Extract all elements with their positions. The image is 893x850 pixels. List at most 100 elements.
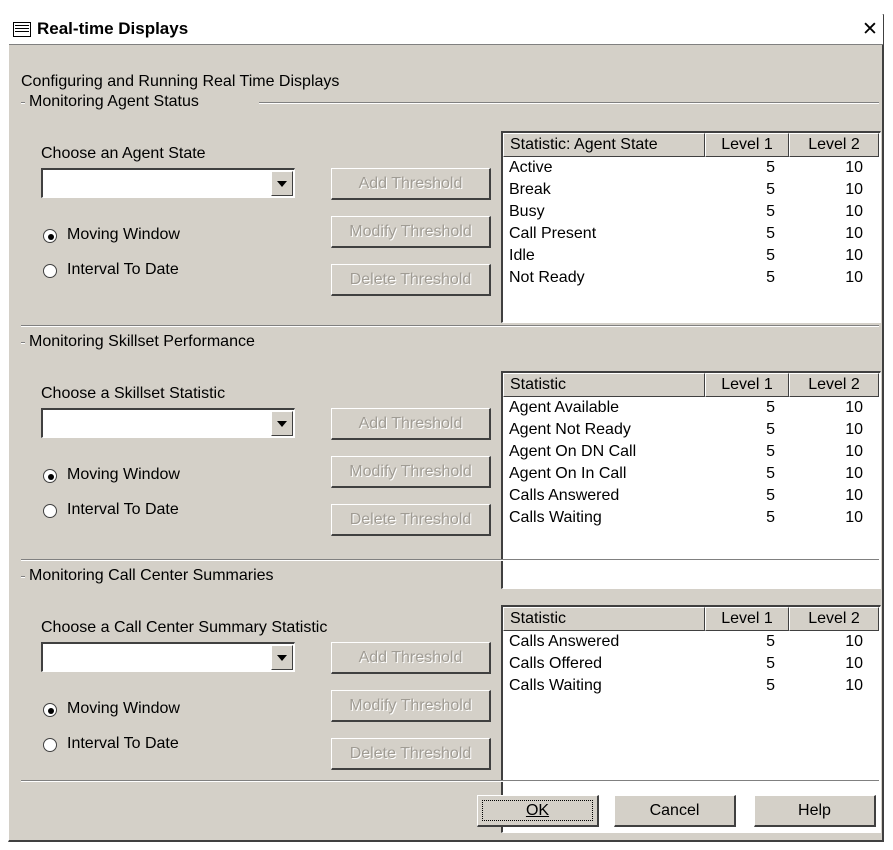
- column-header-level-1[interactable]: Level 1: [705, 133, 789, 157]
- table-row[interactable]: Agent On In Call 5 10: [503, 463, 880, 485]
- radio-selected-dot: [48, 234, 54, 240]
- level-1-cell: 5: [766, 159, 775, 176]
- chevron-down-icon[interactable]: [271, 171, 293, 196]
- statistic-name-cell: Calls Waiting: [509, 677, 602, 694]
- level-2-cell: 10: [845, 159, 863, 176]
- call-center-summaries-add-threshold-button[interactable]: Add Threshold: [331, 642, 491, 674]
- table-row[interactable]: Calls Answered 5 10: [503, 631, 880, 653]
- call-center-summaries-radio-interval-to-date[interactable]: Interval To Date: [43, 735, 243, 757]
- level-1-cell: 5: [766, 509, 775, 526]
- skillset-performance-radio-moving-window[interactable]: Moving Window: [43, 466, 243, 488]
- close-button[interactable]: ✕: [861, 20, 879, 39]
- table-row[interactable]: Calls Offered 5 10: [503, 653, 880, 675]
- radio-circle-icon: [43, 264, 57, 278]
- call-center-summaries-statistic-dropdown[interactable]: [41, 642, 295, 672]
- column-header-statistic[interactable]: Statistic: [503, 607, 705, 631]
- statistic-name-cell: Break: [509, 181, 551, 198]
- level-2-cell: 10: [845, 181, 863, 198]
- table-row[interactable]: Calls Waiting 5 10: [503, 507, 880, 529]
- agent-status-add-threshold-button[interactable]: Add Threshold: [331, 168, 491, 200]
- skillset-performance-group-label: Monitoring Skillset Performance: [29, 333, 255, 350]
- agent-status-choose-label: Choose an Agent State: [41, 145, 206, 162]
- table-row[interactable]: Calls Waiting 5 10: [503, 675, 880, 697]
- agent-status-radio-moving-window[interactable]: Moving Window: [43, 226, 243, 248]
- level-2-cell: 10: [845, 677, 863, 694]
- table-row[interactable]: Agent On DN Call 5 10: [503, 441, 880, 463]
- level-2-cell: 10: [845, 421, 863, 438]
- agent-status-radio-interval-to-date[interactable]: Interval To Date: [43, 261, 243, 283]
- table-row[interactable]: Break 5 10: [503, 179, 880, 201]
- statistic-name-cell: Agent On In Call: [509, 465, 627, 482]
- statistic-name-cell: Active: [509, 159, 553, 176]
- column-header-level-1[interactable]: Level 1: [705, 373, 789, 397]
- skillset-performance-delete-threshold-button[interactable]: Delete Threshold: [331, 504, 491, 536]
- column-header-statistic[interactable]: Statistic: Agent State: [503, 133, 705, 157]
- call-center-summaries-radio-label: Moving Window: [67, 700, 180, 717]
- call-center-summaries-group-line-left: [21, 576, 25, 578]
- table-row[interactable]: Busy 5 10: [503, 201, 880, 223]
- agent-status-threshold-table[interactable]: Statistic: Agent State Level 1 Level 2 Acti…: [501, 131, 881, 323]
- column-header-statistic[interactable]: Statistic: [503, 373, 705, 397]
- column-header-level-2[interactable]: Level 2: [789, 133, 879, 157]
- table-row[interactable]: Calls Answered 5 10: [503, 485, 880, 507]
- call-center-summaries-choose-label: Choose a Call Center Summary Statistic: [41, 619, 328, 636]
- help-button-label: Help: [798, 802, 831, 819]
- chevron-down-icon[interactable]: [271, 411, 293, 436]
- table-row[interactable]: Agent Available 5 10: [503, 397, 880, 419]
- help-button[interactable]: Help: [754, 795, 876, 827]
- statistic-name-cell: Calls Offered: [509, 655, 603, 672]
- skillset-performance-modify-threshold-button[interactable]: Modify Threshold: [331, 456, 491, 488]
- call-center-summaries-radio-label: Interval To Date: [67, 735, 179, 752]
- table-row[interactable]: Call Present 5 10: [503, 223, 880, 245]
- dialog-heading: Configuring and Running Real Time Displa…: [21, 73, 340, 90]
- level-2-cell: 10: [845, 443, 863, 460]
- column-header-level-1[interactable]: Level 1: [705, 607, 789, 631]
- agent-status-radio-label: Moving Window: [67, 226, 180, 243]
- statistic-name-cell: Agent Available: [509, 399, 620, 416]
- level-1-cell: 5: [766, 203, 775, 220]
- skillset-performance-group-line-left: [21, 342, 25, 344]
- call-center-summaries-modify-threshold-button[interactable]: Modify Threshold: [331, 690, 491, 722]
- skillset-performance-radio-label: Interval To Date: [67, 501, 179, 518]
- title-bar[interactable]: Real-time Displays ✕: [9, 15, 883, 45]
- agent-status-radio-label: Interval To Date: [67, 261, 179, 278]
- call-center-summaries-delete-threshold-button[interactable]: Delete Threshold: [331, 738, 491, 770]
- statistic-name-cell: Calls Waiting: [509, 509, 602, 526]
- table-row[interactable]: Agent Not Ready 5 10: [503, 419, 880, 441]
- skillset-performance-statistic-dropdown[interactable]: [41, 408, 295, 438]
- statistic-name-cell: Calls Answered: [509, 633, 620, 650]
- cancel-button[interactable]: Cancel: [614, 795, 736, 827]
- statistic-name-cell: Idle: [509, 247, 535, 264]
- level-2-cell: 10: [845, 225, 863, 242]
- agent-status-modify-threshold-button[interactable]: Modify Threshold: [331, 216, 491, 248]
- chevron-down-icon[interactable]: [271, 645, 293, 670]
- ok-button[interactable]: OK: [477, 795, 599, 827]
- table-row[interactable]: Active 5 10: [503, 157, 880, 179]
- agent-status-statistic-dropdown[interactable]: [41, 168, 295, 198]
- skillset-performance-threshold-table[interactable]: Statistic Level 1 Level 2 Agent Available 5 1…: [501, 371, 881, 589]
- skillset-performance-radio-label: Moving Window: [67, 466, 180, 483]
- column-header-level-2[interactable]: Level 2: [789, 607, 879, 631]
- agent-status-section-separator: [21, 325, 879, 327]
- radio-circle-icon: [43, 504, 57, 518]
- level-2-cell: 10: [845, 633, 863, 650]
- skillset-performance-radio-interval-to-date[interactable]: Interval To Date: [43, 501, 243, 523]
- agent-status-delete-threshold-button[interactable]: Delete Threshold: [331, 264, 491, 296]
- table-row[interactable]: Not Ready 5 10: [503, 267, 880, 289]
- agent-status-group-line-right: [259, 102, 879, 104]
- statistic-name-cell: Busy: [509, 203, 545, 220]
- radio-circle-icon: [43, 469, 57, 483]
- realtime-displays-window: Real-time Displays ✕ Configuring and Run…: [8, 14, 884, 842]
- level-1-cell: 5: [766, 247, 775, 264]
- level-1-cell: 5: [766, 181, 775, 198]
- skillset-performance-table-header: Statistic Level 1 Level 2: [503, 373, 880, 397]
- agent-status-group-line-left: [21, 102, 25, 104]
- skillset-performance-add-threshold-button[interactable]: Add Threshold: [331, 408, 491, 440]
- column-header-level-2[interactable]: Level 2: [789, 373, 879, 397]
- ok-button-label: OK: [525, 802, 550, 819]
- table-row[interactable]: Idle 5 10: [503, 245, 880, 267]
- cancel-button-label: Cancel: [649, 802, 700, 819]
- statistic-name-cell: Call Present: [509, 225, 597, 242]
- statistic-name-cell: Not Ready: [509, 269, 585, 286]
- call-center-summaries-radio-moving-window[interactable]: Moving Window: [43, 700, 243, 722]
